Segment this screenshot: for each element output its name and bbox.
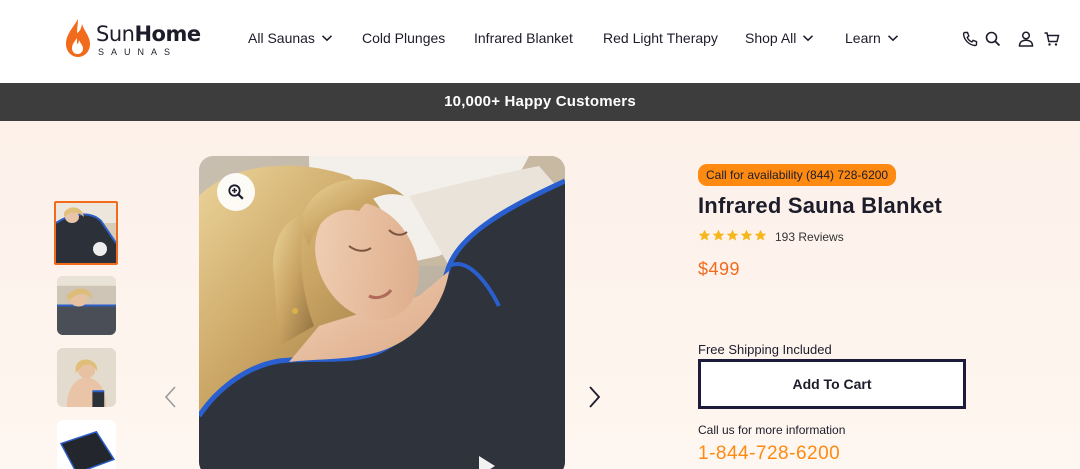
zoom-in-icon: [228, 184, 244, 200]
reviews-link[interactable]: 193 Reviews: [775, 230, 844, 244]
chevron-down-icon: [887, 35, 898, 42]
rating-stars[interactable]: [698, 229, 767, 242]
thumbnail-image: [57, 276, 116, 335]
nav-cold-plunges-label: Cold Plunges: [362, 30, 446, 46]
product-title: Infrared Sauna Blanket: [698, 193, 943, 218]
shipping-note: Free Shipping Included: [698, 342, 832, 357]
star-icon: [754, 229, 767, 241]
thumbnail-image: [57, 420, 116, 469]
product-main-image[interactable]: [199, 156, 565, 469]
logo-bold: Home: [134, 22, 201, 46]
nav-learn[interactable]: Learn: [845, 30, 899, 46]
nav-all-saunas[interactable]: All Saunas: [248, 30, 333, 46]
sunhome-logo[interactable]: SunHome SAUNAS: [64, 16, 204, 62]
account-icon[interactable]: [1017, 30, 1035, 48]
chevron-right-icon[interactable]: [583, 383, 605, 411]
star-icon: [712, 229, 725, 241]
thumbnail-3[interactable]: [57, 348, 116, 407]
chevron-down-icon: [321, 35, 332, 42]
nav-shop-all[interactable]: Shop All: [745, 30, 814, 46]
flame-logo-icon: [66, 19, 90, 57]
product-photo: [199, 156, 565, 469]
zoom-button[interactable]: [217, 173, 255, 211]
nav-cold-plunges[interactable]: Cold Plunges: [362, 30, 445, 46]
product-price: $499: [698, 259, 741, 279]
site-header: SunHome SAUNAS All Saunas Cold Plunges I…: [0, 0, 1080, 83]
nav-infrared-blanket[interactable]: Infrared Blanket: [474, 30, 573, 46]
phone-icon[interactable]: [961, 30, 979, 48]
thumbnail-4[interactable]: [57, 420, 116, 469]
logo-wordmark: SunHome: [96, 22, 201, 46]
nav-red-light-therapy-label: Red Light Therapy: [603, 30, 718, 46]
thumbnail-1[interactable]: [54, 201, 118, 265]
thumbnail-image: [57, 348, 116, 407]
star-icon: [740, 229, 753, 241]
announcement-bar: 10,000+ Happy Customers: [0, 83, 1080, 121]
star-icon: [698, 229, 711, 241]
cart-icon[interactable]: [1043, 30, 1061, 48]
chevron-left-icon[interactable]: [160, 383, 182, 411]
phone-number-link[interactable]: 1-844-728-6200: [698, 443, 840, 465]
logo-subtitle: SAUNAS: [98, 47, 178, 57]
nav-infrared-blanket-label: Infrared Blanket: [474, 30, 573, 46]
nav-learn-label: Learn: [845, 30, 881, 46]
nav-red-light-therapy[interactable]: Red Light Therapy: [603, 30, 718, 46]
call-info-text: Call us for more information: [698, 423, 846, 437]
availability-badge[interactable]: Call for availability (844) 728-6200: [698, 164, 897, 186]
product-section: Call for availability (844) 728-6200 Inf…: [0, 121, 1080, 469]
add-to-cart-button[interactable]: Add To Cart: [698, 359, 966, 409]
thumbnail-2[interactable]: [57, 276, 116, 335]
search-icon[interactable]: [984, 30, 1002, 48]
chevron-down-icon: [803, 35, 814, 42]
thumbnail-image: [56, 203, 116, 263]
nav-shop-all-label: Shop All: [745, 30, 797, 46]
nav-all-saunas-label: All Saunas: [248, 30, 315, 46]
star-icon: [726, 229, 739, 241]
logo-light: Sun: [96, 22, 135, 46]
